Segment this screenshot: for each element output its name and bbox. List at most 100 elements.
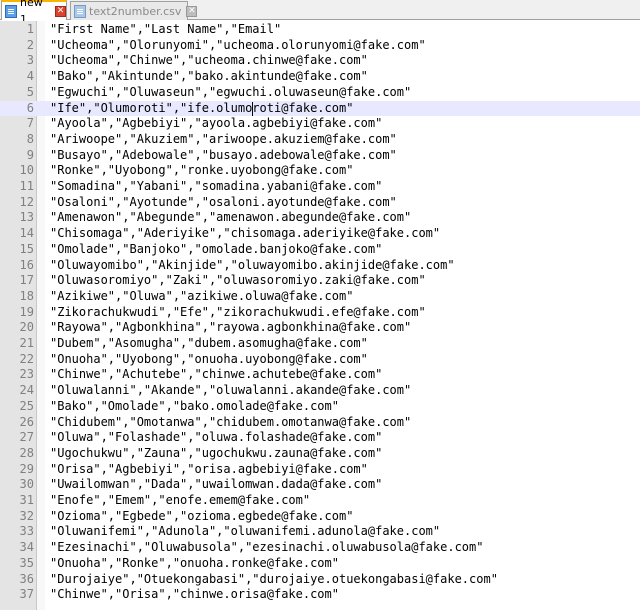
line-text[interactable]: "Ayoola","Agbebiyi","ayoola.agbebiyi@fak… — [50, 116, 382, 132]
line-text[interactable]: "Osaloni","Ayotunde","osaloni.ayotunde@f… — [50, 195, 397, 211]
close-tab-icon[interactable]: ✕ — [55, 5, 66, 17]
editor-line[interactable]: 27 "Oluwa","Folashade","oluwa.folashade@f… — [0, 430, 640, 446]
line-number: 7 — [26, 116, 34, 131]
line-text[interactable]: "Ucheoma","Olorunyomi","ucheoma.olorunyo… — [50, 38, 426, 54]
tab-new-1[interactable]: new 1 ✕ — [1, 0, 67, 26]
editor-line[interactable]: 30 "Uwailomwan","Dada","uwailomwan.dada@f… — [0, 477, 640, 493]
editor-line[interactable]: 3 "Ucheoma","Chinwe","ucheoma.chinwe@fake… — [0, 53, 640, 69]
line-number: 30 — [19, 477, 34, 492]
editor-line[interactable]: 13 "Amenawon","Abegunde","amenawon.abegun… — [0, 210, 640, 226]
editor-line[interactable]: 36 "Durojaiye","Otuekongabasi","durojaiye… — [0, 572, 640, 588]
line-text[interactable]: "Onuoha","Uyobong","onuoha.uyobong@fake.… — [50, 352, 368, 368]
line-number: 4 — [26, 69, 34, 84]
editor-line[interactable]: 8 "Ariwoope","Akuziem","ariwoope.akuziem@… — [0, 132, 640, 148]
text-cursor — [251, 101, 253, 116]
editor-line[interactable]: 28 "Ugochukwu","Zauna","ugochukwu.zauna@f… — [0, 446, 640, 462]
line-text[interactable]: "Ugochukwu","Zauna","ugochukwu.zauna@fak… — [50, 446, 382, 462]
line-text[interactable]: "Chinwe","Orisa","chinwe.orisa@fake.com" — [50, 587, 339, 603]
editor-line[interactable]: 17 "Oluwasoromiyo","Zaki","oluwasoromiyo.… — [0, 273, 640, 289]
editor-line[interactable]: 37 "Chinwe","Orisa","chinwe.orisa@fake.co… — [0, 587, 640, 603]
line-text[interactable]: "Ife","Olumoroti","ife.olumoroti@fake.co… — [50, 101, 353, 117]
line-text[interactable]: "Ronke","Uyobong","ronke.uyobong@fake.co… — [50, 163, 353, 179]
editor-line[interactable]: 14 "Chisomaga","Aderiyike","chisomaga.ade… — [0, 226, 640, 242]
line-number: 1 — [26, 22, 34, 36]
editor-line[interactable]: 2 "Ucheoma","Olorunyomi","ucheoma.oloruny… — [0, 38, 640, 54]
line-text[interactable]: "Bako","Omolade","bako.omolade@fake.com" — [50, 399, 339, 415]
line-number: 17 — [19, 273, 34, 288]
line-number: 20 — [19, 320, 34, 335]
editor-line[interactable]: 19 "Zikorachukwudi","Efe","zikorachukwudi… — [0, 305, 640, 321]
line-text[interactable]: "Azikiwe","Oluwa","azikiwe.oluwa@fake.co… — [50, 289, 353, 305]
line-text[interactable]: "Ariwoope","Akuziem","ariwoope.akuziem@f… — [50, 132, 397, 148]
line-text[interactable]: "Chisomaga","Aderiyike","chisomaga.aderi… — [50, 226, 440, 242]
line-text[interactable]: "Egwuchi","Oluwaseun","egwuchi.oluwaseun… — [50, 85, 411, 101]
line-number: 35 — [19, 555, 34, 570]
line-number: 29 — [19, 461, 34, 476]
editor-line[interactable]: 26 "Chidubem","Omotanwa","chidubem.omotan… — [0, 415, 640, 431]
line-text[interactable]: "Chinwe","Achutebe","chinwe.achutebe@fak… — [50, 367, 382, 383]
editor-line[interactable]: 6 "Ife","Olumoroti","ife.olumoroti@fake.c… — [0, 100, 640, 117]
editor-line[interactable]: 5 "Egwuchi","Oluwaseun","egwuchi.oluwaseu… — [0, 85, 640, 101]
editor-line[interactable]: 18 "Azikiwe","Oluwa","azikiwe.oluwa@fake.… — [0, 289, 640, 305]
editor-line[interactable]: 25 "Bako","Omolade","bako.omolade@fake.co… — [0, 399, 640, 415]
line-text[interactable]: "Zikorachukwudi","Efe","zikorachukwudi.e… — [50, 305, 426, 321]
editor-line[interactable]: 12 "Osaloni","Ayotunde","osaloni.ayotunde… — [0, 195, 640, 211]
line-number: 34 — [19, 540, 34, 555]
line-number: 37 — [19, 587, 34, 602]
editor-line[interactable]: 7 "Ayoola","Agbebiyi","ayoola.agbebiyi@fa… — [0, 116, 640, 132]
line-text[interactable]: "Oluwayomibo","Akinjide","oluwayomibo.ak… — [50, 258, 455, 274]
line-number: 31 — [19, 493, 34, 507]
tab-bar: new 1 ✕ text2number.csv ✕ — [0, 0, 640, 26]
editor-line[interactable]: 4 "Bako","Akintunde","bako.akintunde@fake… — [0, 69, 640, 85]
line-text[interactable]: "Chidubem","Omotanwa","chidubem.omotanwa… — [50, 415, 411, 431]
line-text[interactable]: "Somadina","Yabani","somadina.yabani@fak… — [50, 179, 382, 195]
editor-line[interactable]: 35 "Onuoha","Ronke","onuoha.ronke@fake.co… — [0, 556, 640, 572]
editor-line[interactable]: 24 "Oluwalanni","Akande","oluwalanni.akan… — [0, 383, 640, 399]
line-text[interactable]: "Durojaiye","Otuekongabasi","durojaiye.o… — [50, 572, 498, 588]
line-text[interactable]: "Omolade","Banjoko","omolade.banjoko@fak… — [50, 242, 382, 258]
editor-line[interactable]: 10 "Ronke","Uyobong","ronke.uyobong@fake.… — [0, 163, 640, 179]
line-text[interactable]: "Orisa","Agbebiyi","orisa.agbebiyi@fake.… — [50, 462, 368, 478]
line-text[interactable]: "Oluwalanni","Akande","oluwalanni.akande… — [50, 383, 411, 399]
line-number: 12 — [19, 194, 34, 209]
line-text[interactable]: "Busayo","Adebowale","busayo.adebowale@f… — [50, 148, 397, 164]
text-editor[interactable]: 1 "First Name","Last Name","Email" 2 "Ucheo… — [0, 21, 640, 610]
line-text[interactable]: "Ozioma","Egbede","ozioma.egbede@fake.co… — [50, 509, 353, 525]
line-text[interactable]: "Ezesinachi","Oluwabusola","ezesinachi.o… — [50, 540, 483, 556]
line-text[interactable]: "Bako","Akintunde","bako.akintunde@fake.… — [50, 69, 368, 85]
line-text[interactable]: "Amenawon","Abegunde","amenawon.abegunde… — [50, 210, 411, 226]
editor-line[interactable]: 31 "Enofe","Emem","enofe.emem@fake.com" — [0, 493, 640, 509]
close-tab-icon[interactable]: ✕ — [186, 5, 198, 17]
editor-line[interactable]: 29 "Orisa","Agbebiyi","orisa.agbebiyi@fak… — [0, 462, 640, 478]
line-text[interactable]: "Uwailomwan","Dada","uwailomwan.dada@fak… — [50, 477, 382, 493]
line-number: 36 — [19, 571, 34, 586]
line-text[interactable]: "Onuoha","Ronke","onuoha.ronke@fake.com" — [50, 556, 339, 572]
editor-line[interactable]: 34 "Ezesinachi","Oluwabusola","ezesinachi… — [0, 540, 640, 556]
line-number: 13 — [19, 210, 34, 225]
line-text[interactable]: "Oluwa","Folashade","oluwa.folashade@fak… — [50, 430, 382, 446]
editor-line[interactable]: 23 "Chinwe","Achutebe","chinwe.achutebe@f… — [0, 367, 640, 383]
line-text[interactable]: "Oluwasoromiyo","Zaki","oluwasoromiyo.za… — [50, 273, 426, 289]
editor-line[interactable]: 33 "Oluwanifemi","Adunola","oluwanifemi.a… — [0, 524, 640, 540]
line-text[interactable]: "First Name","Last Name","Email" — [50, 22, 281, 38]
line-text[interactable]: "Ucheoma","Chinwe","ucheoma.chinwe@fake.… — [50, 53, 368, 69]
line-text[interactable]: "Dubem","Asomugha","dubem.asomugha@fake.… — [50, 336, 368, 352]
line-number: 10 — [19, 163, 34, 178]
line-number: 14 — [19, 226, 34, 241]
editor-line[interactable]: 11 "Somadina","Yabani","somadina.yabani@f… — [0, 179, 640, 195]
line-text[interactable]: "Oluwanifemi","Adunola","oluwanifemi.adu… — [50, 524, 440, 540]
line-number: 33 — [19, 524, 34, 539]
editor-line[interactable]: 21 "Dubem","Asomugha","dubem.asomugha@fak… — [0, 336, 640, 352]
editor-line[interactable]: 20 "Rayowa","Agbonkhina","rayowa.agbonkhi… — [0, 320, 640, 336]
tab-text2number-csv[interactable]: text2number.csv ✕ — [70, 1, 198, 20]
editor-line[interactable]: 1 "First Name","Last Name","Email" — [0, 22, 640, 38]
editor-line[interactable]: 22 "Onuoha","Uyobong","onuoha.uyobong@fak… — [0, 352, 640, 368]
line-text[interactable]: "Rayowa","Agbonkhina","rayowa.agbonkhina… — [50, 320, 411, 336]
line-number: 8 — [26, 131, 34, 146]
line-number: 21 — [19, 336, 34, 350]
editor-line[interactable]: 16 "Oluwayomibo","Akinjide","oluwayomibo.… — [0, 258, 640, 274]
editor-line[interactable]: 15 "Omolade","Banjoko","omolade.banjoko@f… — [0, 242, 640, 258]
editor-line[interactable]: 9 "Busayo","Adebowale","busayo.adebowale@… — [0, 148, 640, 164]
editor-line[interactable]: 32 "Ozioma","Egbede","ozioma.egbede@fake.… — [0, 509, 640, 525]
line-text[interactable]: "Enofe","Emem","enofe.emem@fake.com" — [50, 493, 310, 509]
